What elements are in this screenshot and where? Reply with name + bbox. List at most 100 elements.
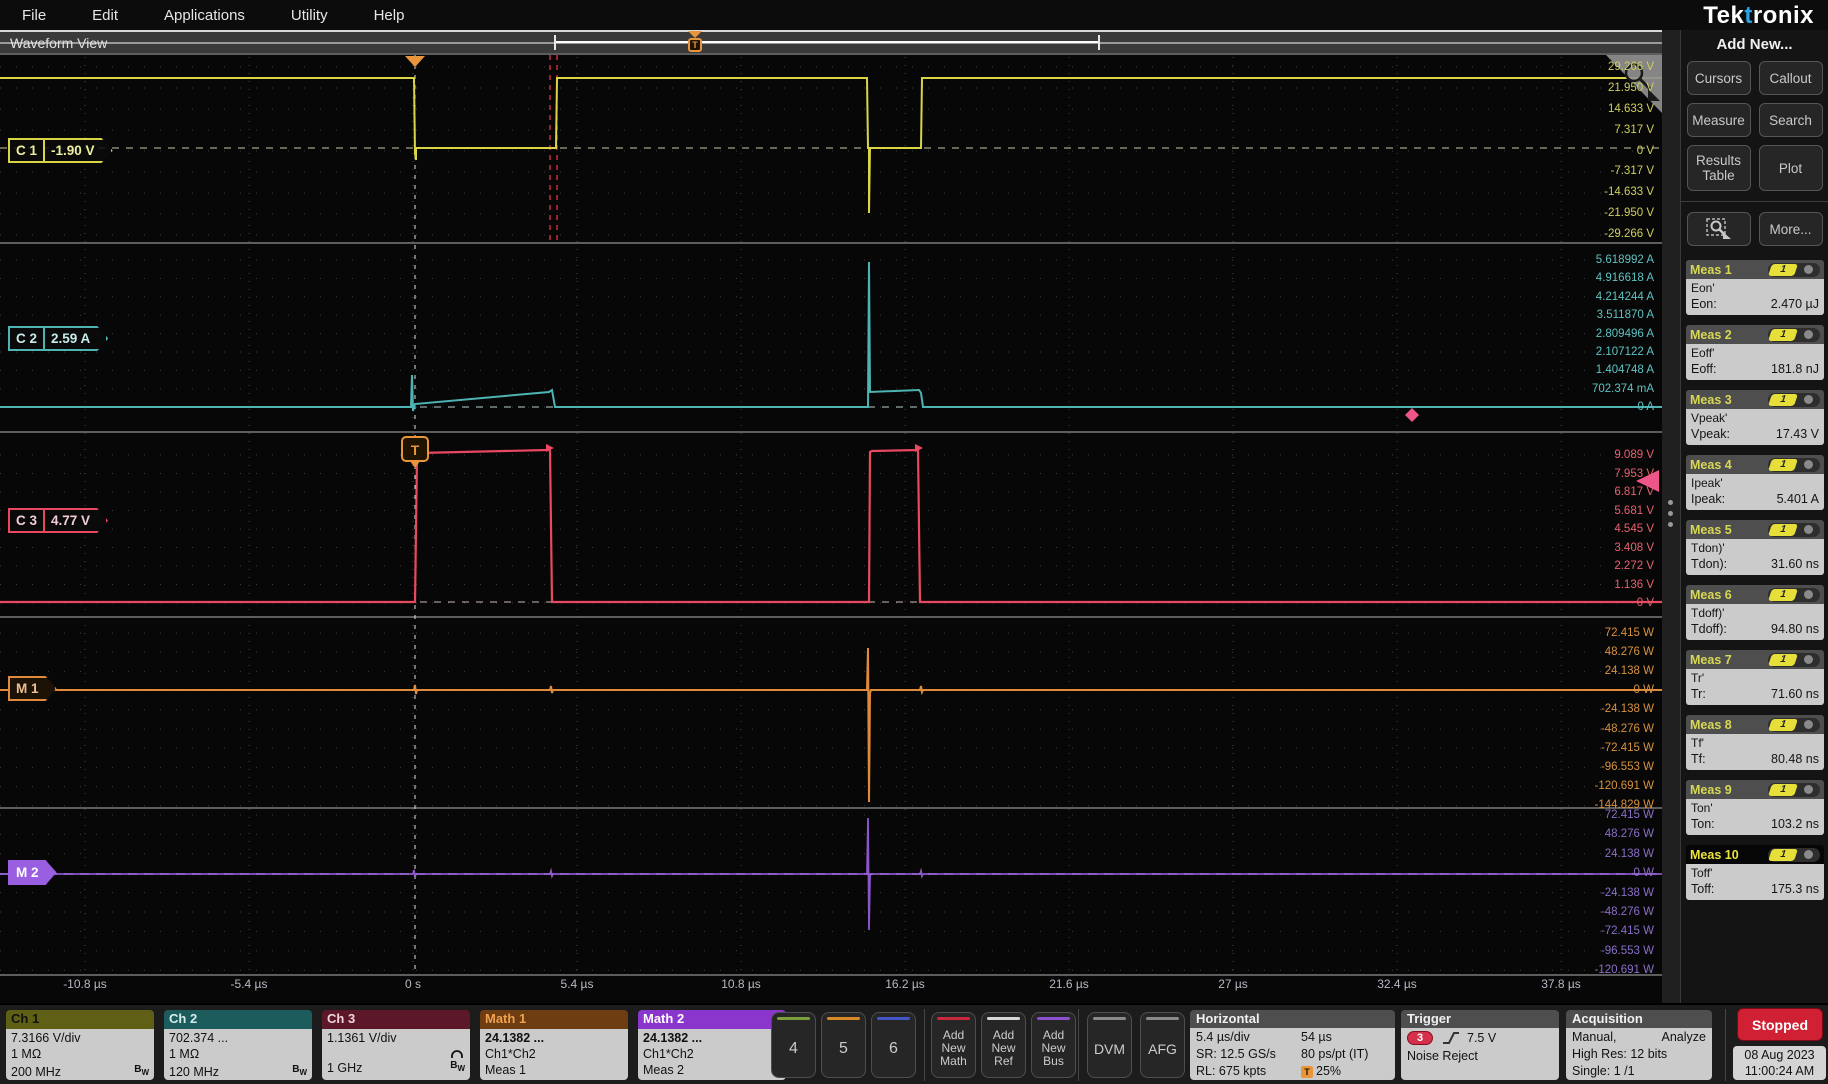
bw-limit-icon: BW — [450, 1058, 465, 1077]
menu-item[interactable]: Help — [374, 7, 405, 24]
measurement-badge[interactable]: Meas 8 1 Tf' Tf: 80.48 ns — [1686, 715, 1824, 770]
ch2-trace — [0, 262, 1662, 411]
add-new-button[interactable]: Add New Math — [931, 1012, 976, 1078]
meas-source-badge[interactable]: 1 — [1768, 523, 1820, 537]
measurement-label: Eoff: — [1691, 361, 1716, 377]
meas-source-badge[interactable]: 1 — [1768, 718, 1820, 732]
measurement-badge[interactable]: Meas 10 1 Toff' Toff: 175.3 ns — [1686, 845, 1824, 900]
side-panel-button[interactable]: Search — [1759, 103, 1823, 137]
measurement-series-label: Eon' — [1691, 281, 1819, 296]
expand-dot-icon — [1804, 460, 1813, 469]
measurement-badge[interactable]: Meas 5 1 Tdon)' Tdon): 31.60 ns — [1686, 520, 1824, 575]
menu-item[interactable]: File — [22, 7, 46, 24]
meas-source-badge[interactable]: 1 — [1768, 588, 1820, 602]
channel-settings-badge[interactable]: Ch 3 1.1361 V/div 1 GHz BW — [322, 1010, 470, 1080]
channel-name: Ch 3 — [327, 1011, 355, 1026]
function-button[interactable]: DVM — [1087, 1012, 1132, 1078]
channel-add-button[interactable]: 5 — [821, 1012, 866, 1078]
measurement-value: 31.60 ns — [1771, 556, 1819, 572]
meas-source-badge[interactable]: 1 — [1768, 783, 1820, 797]
menu-item[interactable]: Utility — [291, 7, 328, 24]
ch1-handle-badge[interactable]: C 1-1.90 V — [8, 138, 113, 163]
ch2-handle-label: C 2 — [16, 331, 37, 346]
menu-item[interactable]: Applications — [164, 7, 245, 24]
time-text: 11:00:24 AM — [1733, 1063, 1826, 1079]
math1-trace — [0, 648, 1662, 802]
meas-source-badge[interactable]: 1 — [1768, 458, 1820, 472]
side-panel-button[interactable]: Callout — [1759, 61, 1823, 95]
measurement-badge[interactable]: Meas 1 1 Eon' Eon: 2.470 µJ — [1686, 260, 1824, 315]
channel-add-button[interactable]: 4 — [771, 1012, 816, 1078]
side-panel-button[interactable]: Results Table — [1687, 145, 1751, 191]
zoom-select-button[interactable] — [1687, 212, 1751, 246]
measurement-name: Meas 9 — [1690, 783, 1732, 797]
side-panel-button[interactable]: Plot — [1759, 145, 1823, 191]
horizontal-panel[interactable]: Horizontal 5.4 µs/div 54 µs SR: 12.5 GS/… — [1190, 1010, 1395, 1080]
math2-handle-label: M 2 — [16, 865, 39, 880]
trigger-panel[interactable]: Trigger 3 7.5 V Noise Reject — [1401, 1010, 1559, 1080]
trigger-title: Trigger — [1401, 1010, 1559, 1028]
datetime-display: 08 Aug 2023 11:00:24 AM — [1733, 1046, 1826, 1080]
horizontal-title: Horizontal — [1190, 1010, 1395, 1028]
tektronix-logo: Tektronix — [1703, 2, 1814, 30]
side-panel-button[interactable]: Measure — [1687, 103, 1751, 137]
meas-source-badge[interactable]: 1 — [1768, 848, 1820, 862]
channel-settings-badge[interactable]: Ch 2 702.374 ... 1 MΩ 120 MHz BW — [164, 1010, 312, 1080]
side-panel-button[interactable]: Cursors — [1687, 61, 1751, 95]
panel-divider[interactable] — [1662, 30, 1680, 1003]
measurement-badge[interactable]: Meas 4 1 Ipeak' Ipeak: 5.401 A — [1686, 455, 1824, 510]
sample-interval: 80 ps/pt (IT) — [1301, 1046, 1389, 1063]
ch3-handle-badge[interactable]: C 34.77 V — [8, 508, 108, 533]
trigger-level-arrow[interactable] — [1636, 470, 1659, 492]
bandwidth-setting: 1 GHz — [327, 1060, 362, 1076]
divider-drag-handle-icon[interactable] — [1668, 500, 1673, 527]
zoom-window-brackets[interactable]: T — [554, 35, 1100, 50]
ch2-handle-badge[interactable]: C 22.59 A — [8, 326, 108, 351]
measurement-series-label: Tf' — [1691, 736, 1819, 751]
measurement-badge[interactable]: Meas 6 1 Tdoff)' Tdoff): 94.80 ns — [1686, 585, 1824, 640]
channel-settings-badge[interactable]: Ch 1 7.3166 V/div 1 MΩ 200 MHz BW — [6, 1010, 154, 1080]
channel-add-button[interactable]: 6 — [871, 1012, 916, 1078]
measurement-name: Meas 10 — [1690, 848, 1739, 862]
ch1-handle-label: C 1 — [16, 143, 37, 158]
meas-source-badge[interactable]: 1 — [1768, 393, 1820, 407]
measurement-marker[interactable] — [1405, 408, 1419, 422]
expand-dot-icon — [1804, 655, 1813, 664]
add-new-button[interactable]: Add New Ref — [981, 1012, 1026, 1078]
acquisition-panel[interactable]: Acquisition Manual,Analyze High Res: 12 … — [1566, 1010, 1712, 1080]
run-stop-status-button[interactable]: Stopped — [1737, 1008, 1823, 1041]
add-new-button[interactable]: Add New Bus — [1031, 1012, 1076, 1078]
measurement-label: Tdoff): — [1691, 621, 1727, 637]
zoom-overlay-icon[interactable] — [1606, 55, 1662, 113]
menu-item[interactable]: Edit — [92, 7, 118, 24]
measurement-badge[interactable]: Meas 7 1 Tr' Tr: 71.60 ns — [1686, 650, 1824, 705]
bandwidth-setting: Meas 1 — [485, 1062, 526, 1078]
function-button[interactable]: AFG — [1140, 1012, 1185, 1078]
scale-setting: 24.1382 ... — [643, 1030, 702, 1046]
ch3-trace — [0, 450, 1662, 602]
waveform-canvas: T — [0, 53, 1662, 1003]
trigger-t-icon: T — [688, 38, 702, 52]
measurement-name: Meas 8 — [1690, 718, 1732, 732]
measurement-name: Meas 7 — [1690, 653, 1732, 667]
measurement-badge[interactable]: Meas 9 1 Ton' Ton: 103.2 ns — [1686, 780, 1824, 835]
channel-settings-badge[interactable]: Math 1 24.1382 ... Ch1*Ch2 Meas 1 BW — [480, 1010, 628, 1080]
more-button[interactable]: More... — [1759, 212, 1823, 246]
measurement-label: Tdon): — [1691, 556, 1727, 572]
trigger-position-icon[interactable] — [405, 56, 425, 67]
measurement-value: 5.401 A — [1777, 491, 1819, 507]
trigger-source-badge[interactable]: T — [402, 437, 428, 468]
graticule-grid — [0, 57, 1662, 973]
meas-source-badge[interactable]: 1 — [1768, 328, 1820, 342]
waveform-view[interactable]: T 29.266 V21.950 V14.633 V7.317 V0 V-7.3… — [0, 53, 1662, 1003]
measurement-name: Meas 5 — [1690, 523, 1732, 537]
measurement-badge[interactable]: Meas 3 1 Vpeak' Vpeak: 17.43 V — [1686, 390, 1824, 445]
measurement-badge[interactable]: Meas 2 1 Eoff' Eoff: 181.8 nJ — [1686, 325, 1824, 380]
channel-settings-badge[interactable]: Math 2 24.1382 ... Ch1*Ch2 Meas 2 BW — [638, 1010, 786, 1080]
meas-source-badge[interactable]: 1 — [1768, 263, 1820, 277]
menu-bar: File Edit Applications Utility Help — [0, 0, 1828, 30]
measurement-name: Meas 1 — [1690, 263, 1732, 277]
scale-setting: 702.374 ... — [169, 1030, 228, 1046]
tab-waveform-view[interactable]: Waveform View — [10, 35, 107, 51]
meas-source-badge[interactable]: 1 — [1768, 653, 1820, 667]
